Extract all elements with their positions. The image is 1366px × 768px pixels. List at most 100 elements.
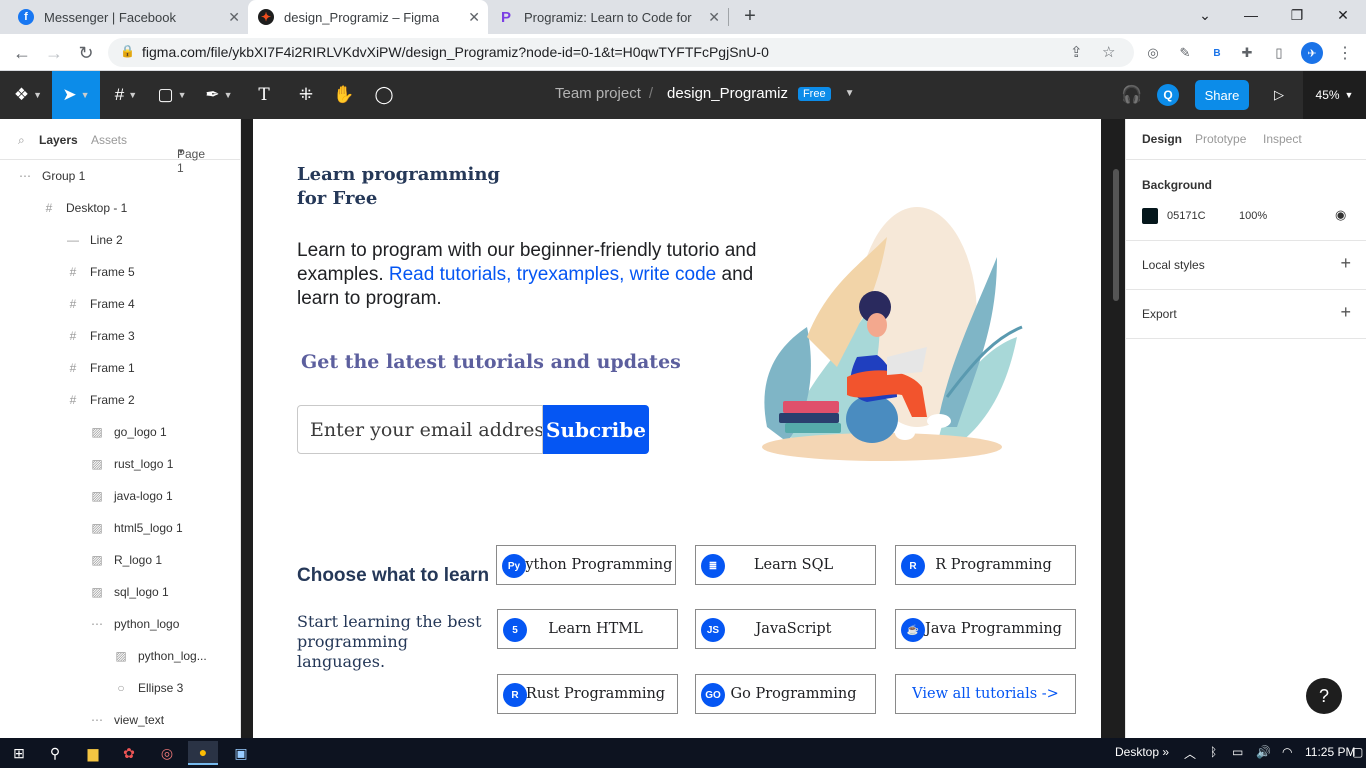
user-avatar[interactable]: Q bbox=[1157, 84, 1179, 106]
present-play-icon[interactable]: ▷ bbox=[1266, 71, 1292, 119]
layer-row[interactable]: ⋯ view_text bbox=[0, 704, 240, 736]
email-field[interactable] bbox=[297, 405, 543, 454]
share-button[interactable]: Share bbox=[1195, 80, 1249, 110]
bookmark-star-icon[interactable]: ☆ bbox=[1102, 43, 1115, 61]
file-name[interactable]: design_Programiz bbox=[667, 85, 788, 102]
extensions-puzzle-icon[interactable]: ✚ bbox=[1236, 42, 1258, 64]
window-app-icon[interactable]: ▣ bbox=[226, 741, 256, 765]
tab-figma[interactable]: ✦ design_Programiz – Figma ✕ bbox=[248, 0, 488, 34]
project-name-link[interactable]: Team project bbox=[555, 85, 641, 102]
comment-tool[interactable]: ◯ bbox=[366, 71, 402, 119]
course-card-javascript[interactable]: JS JavaScript bbox=[695, 609, 876, 649]
forward-button[interactable]: → bbox=[41, 40, 67, 66]
course-card-r[interactable]: R R Programming bbox=[895, 545, 1076, 585]
reload-button[interactable]: ↻ bbox=[73, 40, 99, 66]
subscribe-button[interactable]: Subcribe bbox=[543, 405, 649, 454]
layer-row[interactable]: ○ Ellipse 3 bbox=[0, 672, 240, 704]
layer-row[interactable]: # Frame 1 bbox=[0, 352, 240, 384]
tab-design[interactable]: Design bbox=[1142, 132, 1182, 146]
background-hex-field[interactable]: 05171C bbox=[1167, 210, 1206, 222]
resources-tool[interactable]: ⁜ bbox=[288, 71, 324, 119]
back-button[interactable]: ← bbox=[9, 40, 35, 66]
add-export-plus-icon[interactable]: + bbox=[1340, 302, 1351, 323]
windows-start-icon[interactable]: ⊞ bbox=[4, 741, 34, 765]
new-tab-button[interactable]: + bbox=[738, 4, 762, 28]
help-button[interactable]: ? bbox=[1306, 678, 1342, 714]
eyedropper-extension-icon[interactable]: ✎ bbox=[1174, 42, 1196, 64]
course-card-python[interactable]: Py Python Programming bbox=[496, 545, 676, 585]
layer-row[interactable]: # Desktop - 1 bbox=[0, 192, 240, 224]
layer-row[interactable]: ⋯ python_logo bbox=[0, 608, 240, 640]
url-field[interactable]: 🔒 figma.com/file/ykbXI7F4i2RIRLVKdvXiPW/… bbox=[108, 38, 1134, 67]
plan-badge[interactable]: Free bbox=[797, 86, 831, 101]
tab-messenger[interactable]: f Messenger | Facebook ✕ bbox=[8, 0, 248, 34]
course-card-java[interactable]: ☕ Java Programming bbox=[895, 609, 1076, 649]
move-tool[interactable]: ➤ ▼ bbox=[52, 71, 100, 119]
canvas-scrollbar[interactable] bbox=[1113, 169, 1119, 301]
chevron-down-icon[interactable]: ▼ bbox=[845, 88, 855, 99]
lock-icon[interactable]: 🔒 bbox=[120, 44, 135, 58]
close-icon[interactable]: ✕ bbox=[708, 9, 720, 26]
layer-row[interactable]: ▨ sql_logo 1 bbox=[0, 576, 240, 608]
frame-tool[interactable]: # ▼ bbox=[104, 71, 148, 119]
course-card-rust[interactable]: R Rust Programming bbox=[497, 674, 678, 714]
restore-button[interactable]: ❐ bbox=[1274, 0, 1320, 30]
shape-tool[interactable]: ▢ ▼ bbox=[150, 71, 194, 119]
tab-layers[interactable]: Layers bbox=[39, 133, 78, 147]
layer-row[interactable]: ▨ java-logo 1 bbox=[0, 480, 240, 512]
close-window-button[interactable]: ✕ bbox=[1320, 0, 1366, 30]
background-opacity-field[interactable]: 100% bbox=[1239, 210, 1267, 222]
minimize-button[interactable]: — bbox=[1228, 0, 1274, 30]
tab-search-icon[interactable]: ⌄ bbox=[1182, 0, 1228, 30]
close-icon[interactable]: ✕ bbox=[228, 9, 240, 26]
tab-assets[interactable]: Assets bbox=[91, 133, 127, 147]
search-icon[interactable]: ⚲ bbox=[40, 741, 70, 765]
side-panel-icon[interactable]: ▯ bbox=[1268, 42, 1290, 64]
layer-row[interactable]: ▨ html5_logo 1 bbox=[0, 512, 240, 544]
volume-icon[interactable]: 🔊 bbox=[1256, 745, 1271, 759]
visibility-eye-icon[interactable]: ◉ bbox=[1335, 207, 1346, 223]
layer-row[interactable]: — Line 2 bbox=[0, 224, 240, 256]
compass-extension-icon[interactable]: ◎ bbox=[1142, 42, 1164, 64]
tray-chevron-up-icon[interactable]: ︿ bbox=[1184, 745, 1196, 762]
course-card-go[interactable]: GO Go Programming bbox=[695, 674, 876, 714]
layer-row[interactable]: # Frame 4 bbox=[0, 288, 240, 320]
view-all-tutorials-button[interactable]: View all tutorials -> bbox=[895, 674, 1076, 714]
layer-row[interactable]: # Frame 3 bbox=[0, 320, 240, 352]
layer-row[interactable]: ▨ go_logo 1 bbox=[0, 416, 240, 448]
layer-row[interactable]: # Frame 5 bbox=[0, 256, 240, 288]
course-card-sql[interactable]: ≣ Learn SQL bbox=[695, 545, 876, 585]
bluetooth-icon[interactable]: ᛒ bbox=[1210, 745, 1217, 759]
battery-icon[interactable]: ▭ bbox=[1232, 745, 1243, 759]
layer-row[interactable]: # Frame 2 bbox=[0, 384, 240, 416]
tab-prototype[interactable]: Prototype bbox=[1195, 132, 1246, 146]
hand-tool[interactable]: ✋ bbox=[326, 71, 362, 119]
search-icon[interactable]: ⌕ bbox=[18, 133, 25, 148]
browser-menu-icon[interactable]: ⋮ bbox=[1334, 42, 1356, 64]
profile-avatar[interactable]: ✈ bbox=[1301, 42, 1323, 64]
figma-main-menu[interactable]: ❖ ▼ bbox=[4, 71, 52, 119]
b-extension-icon[interactable]: B bbox=[1206, 42, 1228, 64]
file-explorer-icon[interactable]: ▆ bbox=[78, 741, 108, 765]
pen-tool[interactable]: ✒ ▼ bbox=[196, 71, 242, 119]
layer-row[interactable]: ▨ R_logo 1 bbox=[0, 544, 240, 576]
design-canvas[interactable]: Learn programming for Free Learn to prog… bbox=[241, 119, 1125, 738]
chrome-icon[interactable]: ● bbox=[188, 741, 218, 765]
layer-row[interactable]: ▨ rust_logo 1 bbox=[0, 448, 240, 480]
layer-row[interactable]: ▨ python_log... bbox=[0, 640, 240, 672]
desktop-toolbar-label[interactable]: Desktop » bbox=[1115, 745, 1169, 759]
hero-link[interactable]: Read tutorials, tryexamples, write code bbox=[389, 264, 716, 285]
text-tool[interactable]: T bbox=[246, 71, 282, 119]
layer-row[interactable]: ⋯ Group 1 bbox=[0, 160, 240, 192]
background-color-swatch[interactable] bbox=[1142, 208, 1158, 224]
tab-programiz[interactable]: P Programiz: Learn to Code for Fre ✕ bbox=[488, 0, 728, 34]
course-card-html[interactable]: 5 Learn HTML bbox=[497, 609, 678, 649]
app-icon[interactable]: ✿ bbox=[114, 741, 144, 765]
desktop-frame[interactable]: Learn programming for Free Learn to prog… bbox=[253, 119, 1101, 738]
wifi-icon[interactable]: ◠ bbox=[1282, 745, 1292, 759]
close-icon[interactable]: ✕ bbox=[468, 9, 480, 26]
app-swirl-icon[interactable]: ◎ bbox=[152, 741, 182, 765]
clock[interactable]: 11:25 PM bbox=[1305, 745, 1355, 759]
audio-headphones-icon[interactable]: 🎧 bbox=[1118, 71, 1146, 119]
tab-inspect[interactable]: Inspect bbox=[1263, 132, 1302, 146]
